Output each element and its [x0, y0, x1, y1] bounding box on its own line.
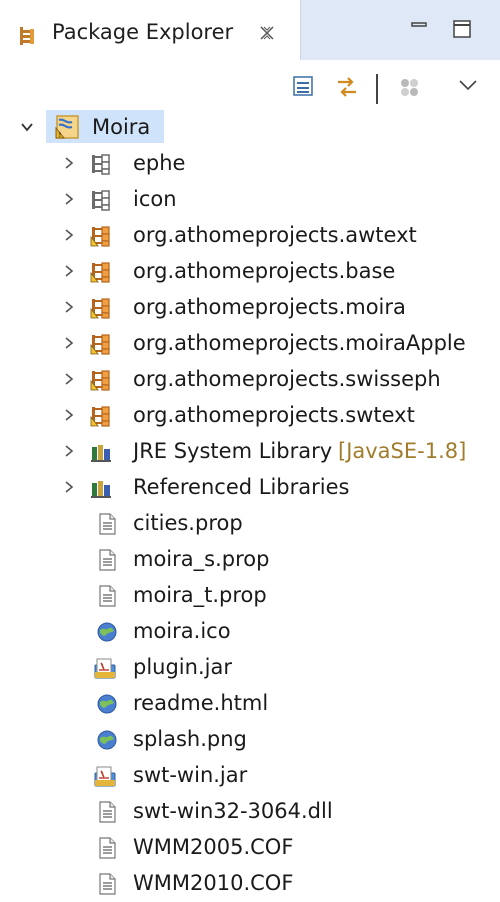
- view-toolbar: [0, 70, 500, 110]
- text-file-icon: [99, 549, 116, 571]
- tree-item-label: moira_t.prop: [133, 583, 267, 607]
- source-folder-icon: [92, 190, 110, 211]
- view-tab-bar: Package Explorer: [0, 0, 500, 70]
- library-icon: [91, 481, 111, 498]
- tree-item-label: org.athomeprojects.awtext: [133, 223, 417, 247]
- tree-item-label: org.athomeprojects.base: [133, 259, 396, 283]
- globe-file-icon: [97, 694, 117, 714]
- text-file-icon: [99, 837, 116, 859]
- package-explorer-view: Package Explorer ! Moira ephe icon org.a…: [0, 0, 500, 895]
- tree-row[interactable]: JRE System Library [JavaSE-1.8]: [0, 434, 500, 470]
- tree-row[interactable]: org.athomeprojects.swisseph: [0, 362, 500, 398]
- tree-item-decoration: [JavaSE-1.8]: [338, 439, 467, 463]
- chevron-right-icon[interactable]: [62, 480, 76, 494]
- chevron-right-icon[interactable]: [62, 192, 76, 206]
- tree-row[interactable]: org.athomeprojects.moira: [0, 290, 500, 326]
- package-warning-icon: [90, 226, 110, 247]
- chevron-right-icon[interactable]: [62, 336, 76, 350]
- tree-row[interactable]: moira_s.prop: [0, 542, 500, 578]
- tree-item-label: JRE System Library: [133, 439, 333, 463]
- package-warning-icon: [90, 370, 110, 391]
- tree-item-label: org.athomeprojects.swtext: [133, 403, 415, 427]
- tree-item-label: icon: [133, 187, 177, 211]
- text-file-icon: [99, 873, 116, 895]
- package-tree: ! Moira ephe icon org.athomeprojects.awtex…: [0, 110, 500, 902]
- tree-item-label: org.athomeprojects.moira: [133, 295, 406, 319]
- tree-item-label: moira.ico: [133, 619, 231, 643]
- collapse-all-icon[interactable]: [291, 74, 317, 100]
- tree-row[interactable]: readme.html: [0, 686, 500, 722]
- view-menu-icon[interactable]: [455, 74, 481, 100]
- chevron-right-icon[interactable]: [62, 156, 76, 170]
- tree-row[interactable]: Referenced Libraries: [0, 470, 500, 506]
- focus-on-active-task-icon[interactable]: [397, 74, 423, 100]
- close-icon[interactable]: [258, 24, 276, 42]
- tree-row-project[interactable]: ! Moira: [0, 110, 500, 146]
- package-explorer-icon: [20, 27, 34, 45]
- text-file-icon: [99, 801, 116, 823]
- tree-row[interactable]: org.athomeprojects.base: [0, 254, 500, 290]
- tab-package-explorer[interactable]: Package Explorer: [0, 0, 301, 60]
- globe-file-icon: [97, 622, 117, 642]
- tree-row[interactable]: org.athomeprojects.awtext: [0, 218, 500, 254]
- tree-row[interactable]: org.athomeprojects.swtext: [0, 398, 500, 434]
- tree-row[interactable]: swt-win.jar: [0, 758, 500, 794]
- toolbar-separator: [376, 74, 378, 104]
- tree-row[interactable]: moira.ico: [0, 614, 500, 650]
- jar-file-icon: [94, 658, 116, 679]
- tree-row[interactable]: splash.png: [0, 722, 500, 758]
- svg-text:!: !: [59, 131, 62, 139]
- tree-item-label: readme.html: [133, 691, 269, 715]
- chevron-right-icon[interactable]: [62, 264, 76, 278]
- tree-item-label: WMM2010.COF: [133, 871, 294, 895]
- package-warning-icon: [90, 298, 110, 319]
- tree-item-label: splash.png: [133, 727, 247, 751]
- tree-items: ephe icon org.athomeprojects.awtext org.ath…: [0, 146, 500, 902]
- tree-item-label: moira_s.prop: [133, 547, 270, 571]
- tree-row[interactable]: plugin.jar: [0, 650, 500, 686]
- tree-item-label: org.athomeprojects.swisseph: [133, 367, 441, 391]
- globe-file-icon: [97, 730, 117, 750]
- tree-row[interactable]: WMM2005.COF: [0, 830, 500, 866]
- maximize-icon[interactable]: [451, 18, 473, 40]
- tree-item-label: org.athomeprojects.moiraApple: [133, 331, 466, 355]
- tree-row[interactable]: org.athomeprojects.moiraApple: [0, 326, 500, 362]
- package-warning-icon: [90, 406, 110, 427]
- tree-row[interactable]: WMM2010.COF: [0, 866, 500, 902]
- chevron-right-icon[interactable]: [62, 300, 76, 314]
- tree-item-label: ephe: [133, 151, 186, 175]
- chevron-right-icon[interactable]: [62, 408, 76, 422]
- view-title: Package Explorer: [52, 20, 234, 44]
- chevron-right-icon[interactable]: [62, 444, 76, 458]
- link-with-editor-icon[interactable]: [334, 74, 360, 100]
- tree-item-label: swt-win.jar: [133, 763, 248, 787]
- tree-row[interactable]: moira_t.prop: [0, 578, 500, 614]
- java-project-icon: !: [55, 115, 79, 139]
- tree-row[interactable]: ephe: [0, 146, 500, 182]
- chevron-down-icon[interactable]: [20, 120, 34, 134]
- tree-item-label: Referenced Libraries: [133, 475, 350, 499]
- tree-row[interactable]: cities.prop: [0, 506, 500, 542]
- package-warning-icon: [90, 262, 110, 283]
- tree-row[interactable]: swt-win32-3064.dll: [0, 794, 500, 830]
- tree-item-label: cities.prop: [133, 511, 243, 535]
- text-file-icon: [99, 513, 116, 535]
- jar-file-icon: [94, 766, 116, 787]
- text-file-icon: [99, 585, 116, 607]
- chevron-right-icon[interactable]: [62, 372, 76, 386]
- tree-item-label: swt-win32-3064.dll: [133, 799, 333, 823]
- project-label: Moira: [92, 115, 151, 139]
- library-icon: [91, 445, 111, 462]
- package-warning-icon: [90, 334, 110, 355]
- minimize-icon[interactable]: [408, 18, 430, 40]
- tree-item-label: WMM2005.COF: [133, 835, 294, 859]
- tree-item-label: plugin.jar: [133, 655, 232, 679]
- tree-row[interactable]: icon: [0, 182, 500, 218]
- chevron-right-icon[interactable]: [62, 228, 76, 242]
- source-folder-icon: [92, 154, 110, 175]
